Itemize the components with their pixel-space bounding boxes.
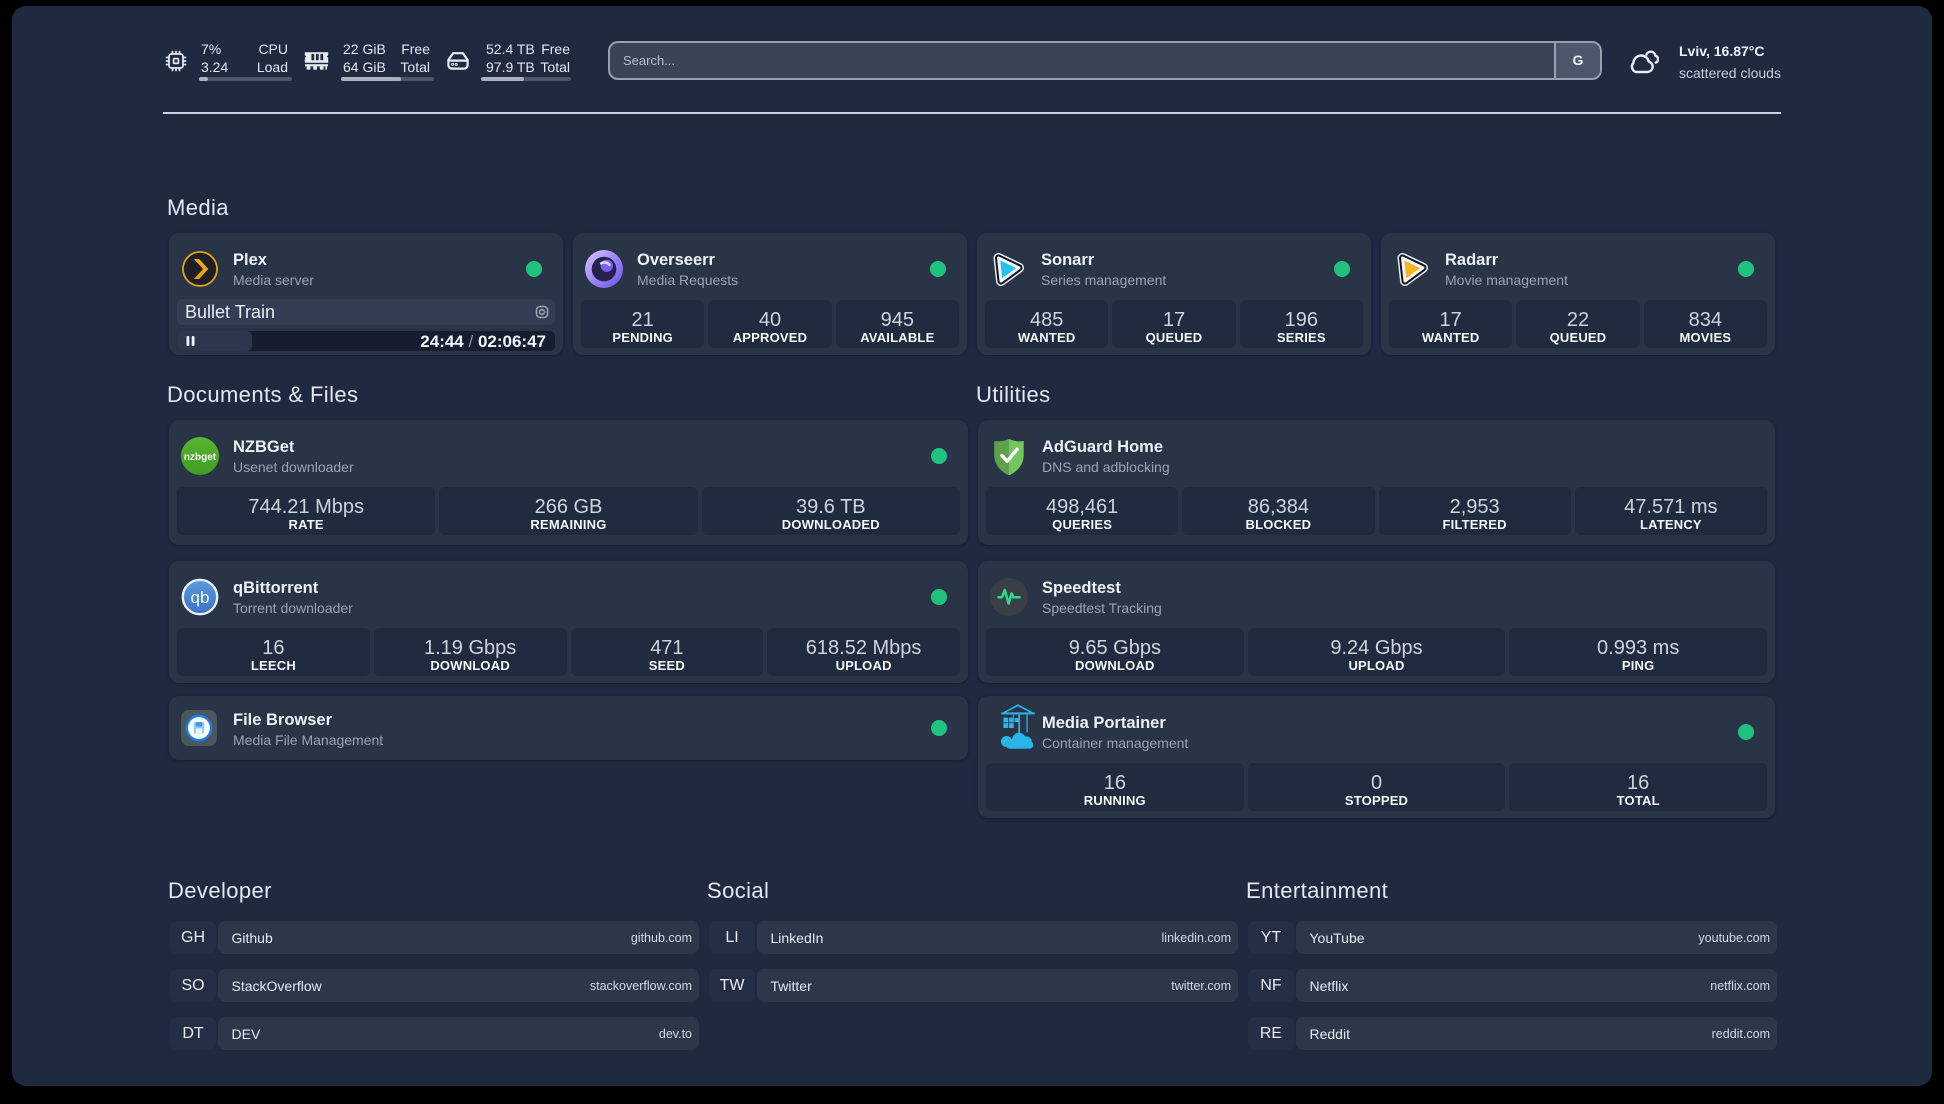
- svg-text:qb: qb: [191, 588, 210, 607]
- svg-text:nzbget: nzbget: [184, 452, 217, 463]
